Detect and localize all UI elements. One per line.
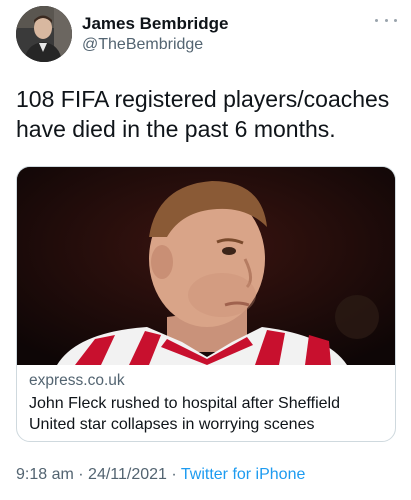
more-dots-icon[interactable] [375, 14, 397, 26]
link-card[interactable]: express.co.uk John Fleck rushed to hospi… [16, 166, 396, 442]
tweet-text: 108 FIFA registered players/coaches have… [16, 86, 390, 142]
card-image [17, 167, 395, 365]
tweet-source-link[interactable]: Twitter for iPhone [181, 466, 306, 483]
tweet-footer: 9:18 am · 24/11/2021 · Twitter for iPhon… [16, 466, 305, 484]
avatar[interactable] [16, 6, 72, 62]
handle[interactable]: @TheBembridge [82, 34, 228, 56]
display-name[interactable]: James Bembridge [82, 14, 228, 34]
dot [394, 18, 397, 22]
tweet-time[interactable]: 9:18 am [16, 466, 74, 483]
card-domain: express.co.uk [29, 372, 125, 389]
separator: · [171, 466, 177, 483]
card-title[interactable]: John Fleck rushed to hospital after Shef… [29, 393, 385, 435]
author-block[interactable]: James Bembridge @TheBembridge [82, 14, 228, 56]
separator: · [78, 466, 84, 483]
tweet-date[interactable]: 24/11/2021 [88, 466, 167, 483]
card-meta: express.co.uk John Fleck rushed to hospi… [29, 371, 385, 435]
tweet-header: James Bembridge @TheBembridge [16, 6, 397, 64]
dot [375, 18, 378, 22]
dot [384, 18, 388, 22]
